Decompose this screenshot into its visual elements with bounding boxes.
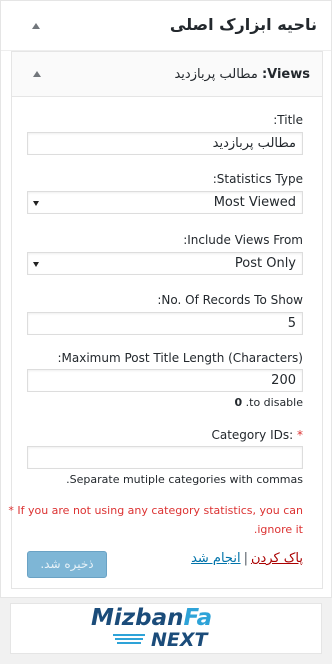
widget-title: Views: مطالب پربازدید	[174, 67, 310, 82]
widget-header[interactable]: Views: مطالب پربازدید	[12, 52, 322, 97]
category-ids-label-text: Category IDs:	[211, 428, 294, 442]
category-warning-line1: * If you are not using any category stat…	[8, 504, 303, 517]
done-link[interactable]: انجام شد	[191, 551, 240, 566]
max-title-length-hint: 0 .to disable	[234, 396, 303, 409]
sidebar-header[interactable]: ناحیه ابزارک اصلی	[1, 1, 331, 51]
delete-link[interactable]: پاک کردن	[251, 551, 303, 566]
required-marker: *	[297, 428, 303, 442]
logo-accent-text: Fa	[183, 605, 213, 631]
title-label: :Title	[273, 113, 303, 127]
include-views-value: Post Only	[234, 256, 296, 271]
collapse-arrow-icon[interactable]	[32, 23, 40, 29]
widget-title-subtitle: مطالب پربازدید	[174, 67, 258, 82]
category-ids-hint: .Separate mutiple categories with commas	[66, 473, 303, 486]
category-ids-label: Category IDs: *	[211, 428, 303, 442]
include-views-label: :Include Views From	[183, 233, 303, 247]
hint-number: 0	[234, 396, 243, 409]
logo-wordmark: MizbanFa	[91, 605, 212, 631]
category-warning-line2: .ignore it	[253, 523, 303, 536]
include-views-select[interactable]: Post Only	[27, 252, 303, 275]
max-title-length-label: :Maximum Post Title Length (Characters)	[57, 351, 303, 365]
category-ids-input[interactable]	[27, 446, 303, 469]
dropdown-arrow-icon	[33, 201, 39, 206]
widget-toggle-arrow-icon[interactable]	[33, 71, 41, 77]
save-button[interactable]: ذخیره شد.	[27, 551, 107, 578]
statistics-type-value: Most Viewed	[213, 195, 296, 210]
max-title-length-input[interactable]: 200	[27, 369, 303, 392]
title-input[interactable]: مطالب پربازدید	[27, 132, 303, 155]
records-input[interactable]: 5	[27, 312, 303, 335]
logo-container: MizbanFa NEXT	[10, 603, 322, 654]
statistics-type-select[interactable]: Most Viewed	[27, 191, 303, 214]
logo-next-text: NEXT	[151, 629, 208, 651]
dropdown-arrow-icon	[33, 262, 39, 267]
widget-title-name: Views:	[261, 67, 310, 82]
actions-separator: |	[243, 551, 248, 566]
sidebar-widget-area: ناحیه ابزارک اصلی Views: مطالب پربازدید …	[0, 0, 332, 598]
widget-control-actions: پاک کردن|انجام شد	[191, 551, 303, 567]
sidebar-title: ناحیه ابزارک اصلی	[169, 15, 317, 34]
mizbanfa-logo: MizbanFa NEXT	[11, 604, 323, 655]
logo-main-text: Mizban	[91, 605, 184, 631]
hint-text: .to disable	[245, 396, 303, 409]
records-label: :No. Of Records To Show	[157, 293, 303, 307]
logo-speed-lines-icon	[109, 634, 145, 648]
statistics-type-label: :Statistics Type	[212, 172, 303, 186]
